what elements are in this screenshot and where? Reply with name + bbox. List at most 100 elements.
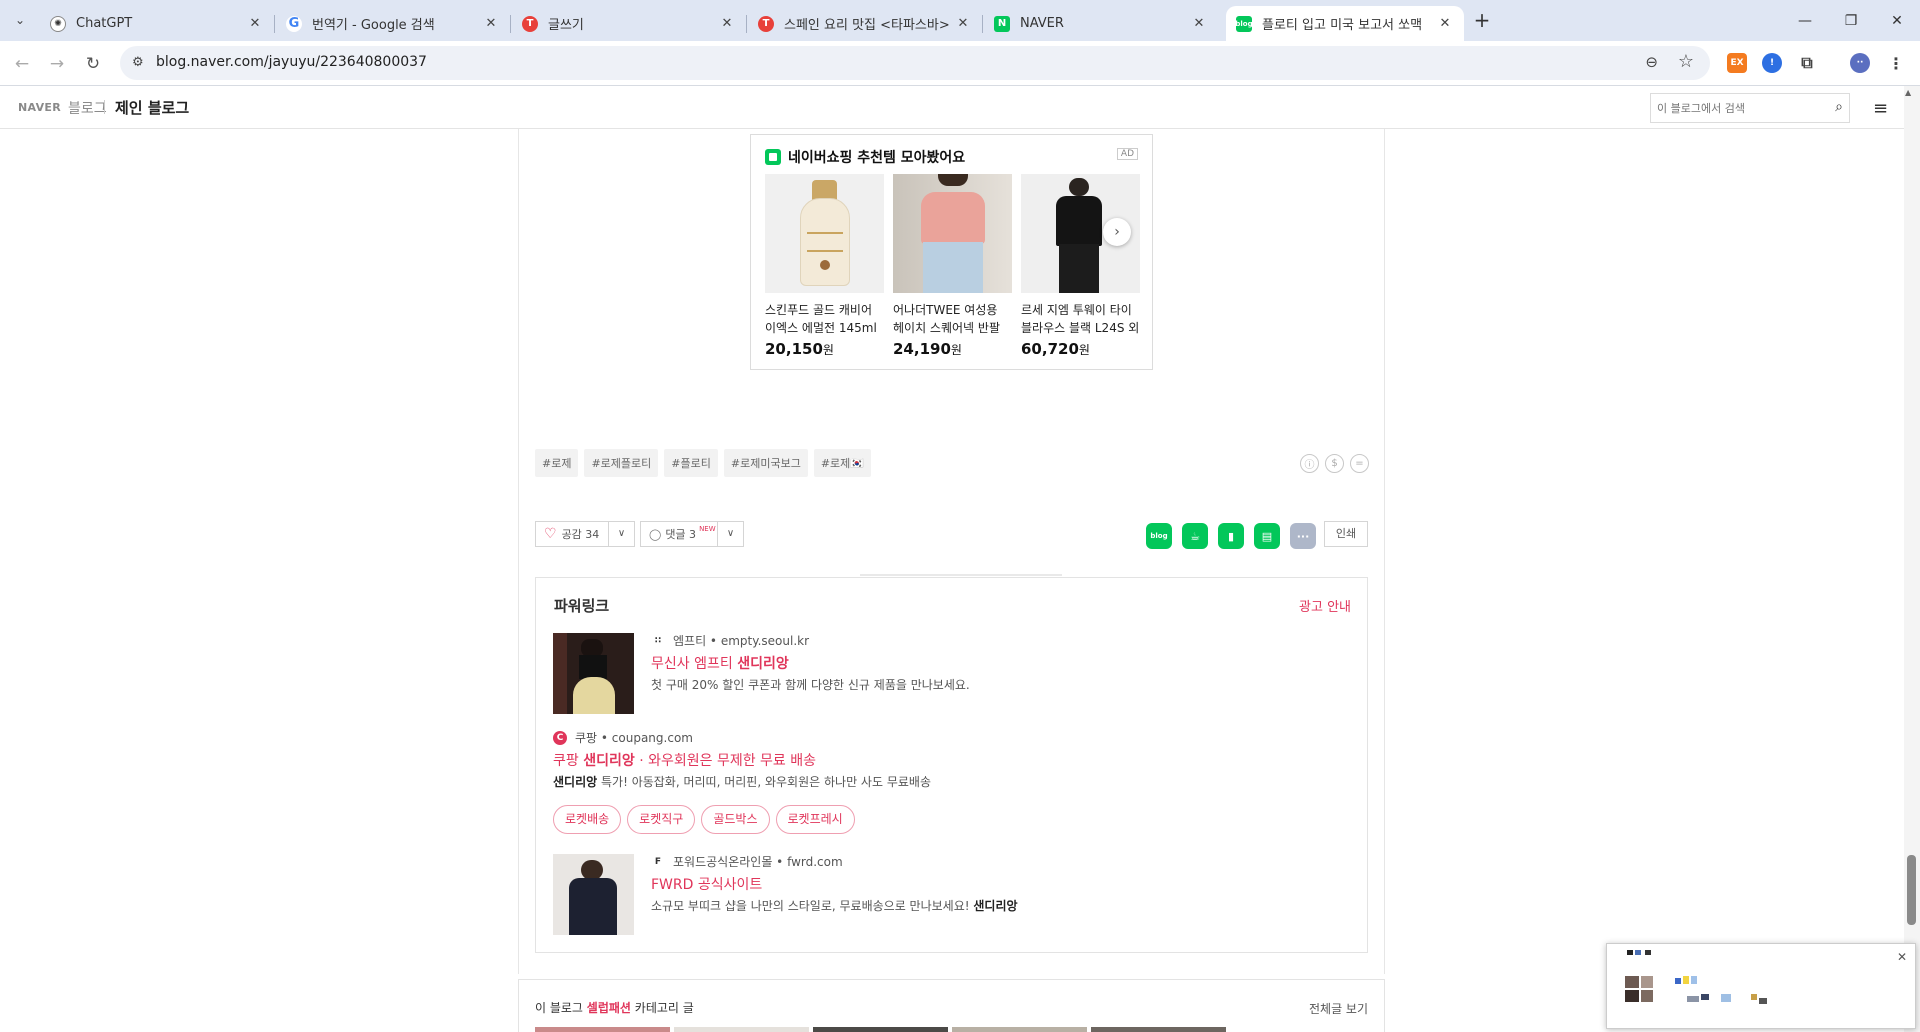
close-icon[interactable]: ✕ [1190, 16, 1208, 31]
cc-noderivs-icon: = [1350, 454, 1369, 473]
heart-icon: ♡ [544, 526, 557, 542]
comment-button[interactable]: ◯ 댓글 3 NEW ∨ [640, 521, 744, 547]
window-close-icon[interactable]: ✕ [1874, 0, 1920, 41]
new-badge: NEW [699, 525, 716, 533]
product-card[interactable]: 스킨푸드 골드 캐비어 이엑스 에멀전 145ml 외 1종 20,150원 [765, 174, 884, 358]
like-button[interactable]: ♡ 공감 34 ∨ [535, 521, 635, 547]
print-button[interactable]: 인쇄 [1324, 521, 1368, 547]
more-icon[interactable]: ··· [1290, 523, 1316, 549]
browser-menu-icon[interactable]: ⋮ [1886, 53, 1906, 73]
tab-indicator-line [860, 574, 1062, 576]
tag-chip[interactable]: #로제🇰🇷 [813, 449, 871, 477]
close-icon[interactable]: ✕ [718, 16, 736, 31]
ad-sitelinks: 로켓배송 로켓직구 골드박스 로켓프레시 [553, 805, 855, 834]
hamburger-menu-icon[interactable]: ≡ [1873, 98, 1888, 119]
tab-naver[interactable]: N NAVER ✕ [984, 6, 1218, 41]
tab-spanish-food[interactable]: T 스페인 요리 맛집 <타파스바> ✕ [748, 6, 983, 41]
blog-name-link[interactable]: 제인 블로그 [115, 97, 189, 118]
product-image[interactable] [893, 174, 1012, 293]
naver-icon: N [994, 15, 1010, 32]
extension-shield-icon[interactable]: ! [1762, 53, 1782, 73]
cafe-share-icon[interactable]: ☕ [1182, 523, 1208, 549]
blog-search-input[interactable] [1657, 100, 1817, 116]
search-icon[interactable]: ⌕ [1835, 99, 1843, 115]
tab-write[interactable]: T 글쓰기 ✕ [512, 6, 747, 41]
sitelink-chip[interactable]: 로켓직구 [627, 805, 696, 834]
close-icon[interactable]: ✕ [1897, 950, 1907, 964]
post-thumbnail[interactable] [674, 1027, 809, 1032]
reload-icon[interactable]: ↻ [79, 50, 107, 78]
ad-headline-link[interactable]: 무신사 엠프티 샌디리앙 [651, 653, 789, 673]
site-info-icon[interactable]: ⚙ [132, 55, 148, 71]
ad-source: F 포워드공식온라인몰 • fwrd.com [651, 853, 843, 870]
product-price: 20,150원 [765, 340, 834, 358]
product-name[interactable]: 스킨푸드 골드 캐비어 이엑스 에멀전 145ml 외 1종 [765, 301, 884, 337]
memo-share-icon[interactable]: ▤ [1254, 523, 1280, 549]
floating-ad-popup[interactable]: ✕ [1606, 943, 1916, 1029]
new-tab-button[interactable]: + [1470, 8, 1494, 32]
blog-share-icon[interactable]: blog [1146, 523, 1172, 549]
ad-description: 샌디리앙 특가! 아동잡화, 머리띠, 머리핀, 와우회원은 하나만 사도 무료… [553, 775, 931, 789]
chevron-down-icon[interactable]: ∨ [608, 522, 634, 546]
post-thumbnail[interactable] [813, 1027, 948, 1032]
sitelink-chip[interactable]: 로켓배송 [553, 805, 622, 834]
ad-headline-link[interactable]: FWRD 공식사이트 [651, 874, 762, 894]
tag-chip[interactable]: #로제미국보그 [723, 449, 808, 477]
carousel-next-icon[interactable]: › [1103, 218, 1131, 246]
product-image[interactable] [765, 174, 884, 293]
view-all-link[interactable]: 전체글 보기 [1309, 1000, 1368, 1017]
post-thumbnail[interactable] [1091, 1027, 1226, 1032]
sitelink-chip[interactable]: 로켓프레시 [775, 805, 855, 834]
comment-label: 댓글 3 [665, 528, 697, 541]
ad-headline-link[interactable]: 쿠팡 샌디리앙 · 와우회원은 무제한 무료 배송 [553, 750, 816, 770]
extensions-puzzle-icon[interactable]: ⧉ [1797, 53, 1817, 73]
tag-chip[interactable]: #플로티 [664, 449, 718, 477]
close-icon[interactable]: ✕ [1436, 16, 1454, 31]
blog-search-box[interactable]: ⌕ [1650, 93, 1850, 123]
tag-chip[interactable]: #로제플로티 [584, 449, 659, 477]
ad-thumbnail[interactable] [553, 854, 634, 935]
category-title: 이 블로그 셀럽패션 카테고리 글 [535, 1001, 694, 1015]
zoom-icon[interactable]: ⊖ [1645, 53, 1658, 71]
ad-guide-link[interactable]: 광고 안내 [1299, 596, 1351, 615]
tab-search-menu-icon[interactable]: ⌄ [8, 8, 32, 32]
bookmark-icon[interactable]: ▮ [1218, 523, 1244, 549]
product-card[interactable]: 어나더TWEE 여성용 헤이치 스퀘어넥 반팔 니트 24,190원 [893, 174, 1012, 358]
product-price: 60,720원 [1021, 340, 1090, 358]
tab-title: 글쓰기 [548, 18, 584, 33]
close-icon[interactable]: ✕ [246, 16, 264, 31]
extension-ex-icon[interactable]: EX [1727, 53, 1747, 73]
product-name[interactable]: 르세 지엠 투웨이 타이 블라우스 블랙 L24S 외 [1021, 301, 1140, 337]
forward-arrow-icon[interactable]: → [43, 50, 71, 78]
address-bar[interactable]: ⚙ blog.naver.com/jayuyu/223640800037 ⊖ ☆ [120, 46, 1710, 80]
sitelink-chip[interactable]: 골드박스 [701, 805, 770, 834]
minimize-icon[interactable]: — [1782, 0, 1828, 41]
naver-blog-link[interactable]: 블로그 [68, 98, 107, 118]
naver-logo[interactable]: NAVER [18, 101, 61, 114]
category-thumbnails [535, 1027, 1226, 1032]
shopping-ad-box: 네이버쇼핑 추천템 모아봤어요 AD 스킨푸드 골드 캐비어 이엑스 에멀전 1… [750, 134, 1153, 370]
tab-chatgpt[interactable]: ✺ ChatGPT ✕ [40, 6, 275, 41]
close-icon[interactable]: ✕ [482, 16, 500, 31]
profile-avatar-icon[interactable]: ·· [1850, 53, 1870, 73]
post-thumbnail[interactable] [535, 1027, 670, 1032]
share-buttons: blog ☕ ▮ ▤ ··· [1146, 523, 1316, 549]
restore-icon[interactable]: ❐ [1828, 0, 1874, 41]
ad-thumbnail[interactable] [553, 633, 634, 714]
back-arrow-icon[interactable]: ← [8, 50, 36, 78]
scroll-up-arrow-icon[interactable]: ▲ [1905, 88, 1911, 97]
tab-blog-active[interactable]: blog 플로티 입고 미국 보고서 쏘맥 ✕ [1226, 6, 1464, 41]
coupang-icon: C [553, 730, 567, 745]
tab-google-translate[interactable]: G 번역기 - Google 검색 ✕ [276, 6, 511, 41]
close-icon[interactable]: ✕ [954, 16, 972, 31]
post-tags: #로제 #로제플로티 #플로티 #로제미국보그 #로제🇰🇷 [535, 449, 871, 477]
page-scrollbar-thumb[interactable] [1907, 855, 1916, 925]
post-thumbnail[interactable] [952, 1027, 1087, 1032]
tag-chip[interactable]: #로제 [535, 449, 579, 477]
url-text[interactable]: blog.naver.com/jayuyu/223640800037 [156, 54, 427, 70]
product-card[interactable]: 르세 지엠 투웨이 타이 블라우스 블랙 L24S 외 60,720원 [1021, 174, 1140, 358]
product-name[interactable]: 어나더TWEE 여성용 헤이치 스퀘어넥 반팔 니트 [893, 301, 1012, 337]
tab-title: 스페인 요리 맛집 <타파스바> [784, 18, 950, 33]
bookmark-star-icon[interactable]: ☆ [1678, 51, 1694, 72]
chevron-down-icon[interactable]: ∨ [717, 522, 743, 546]
